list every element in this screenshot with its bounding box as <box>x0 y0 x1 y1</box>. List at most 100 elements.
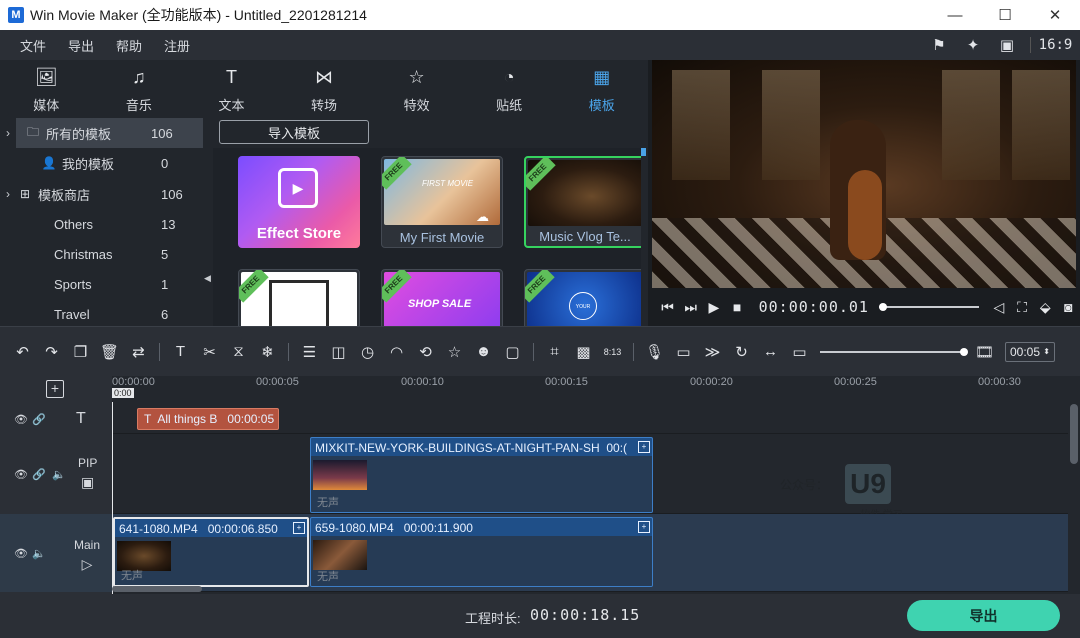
undo-icon[interactable]: ↶ <box>8 343 37 361</box>
signpost-icon[interactable]: ⚑ <box>922 30 956 60</box>
replace-icon[interactable]: ⇄ <box>124 343 153 361</box>
redo-icon[interactable]: ↷ <box>37 343 66 361</box>
copy-icon[interactable]: ❐ <box>66 343 95 361</box>
tab-transition[interactable]: ⋈ 转场 <box>278 60 371 118</box>
link-icon[interactable]: 🔗 <box>32 413 46 426</box>
main-clip-1[interactable]: 641-1080.MP4 00:00:06.850 + 无声 <box>113 517 309 587</box>
tree-item[interactable]: › ⊞ 模板商店 106 <box>0 179 213 209</box>
eye-icon[interactable]: 👁 <box>14 547 28 560</box>
fullscreen-icon[interactable]: ⛶ <box>1010 299 1033 316</box>
tree-item[interactable]: › 🗀 所有的模板 106 <box>6 118 203 148</box>
mask-icon[interactable]: ☻ <box>469 343 498 360</box>
collapse-panel-icon[interactable]: ◀ <box>204 273 211 284</box>
split-icon[interactable]: ⧖ <box>224 343 253 360</box>
menu-export[interactable]: 导出 <box>68 36 94 55</box>
tree-item[interactable]: Christmas 5 <box>0 239 213 269</box>
filmstrip-icon[interactable]: 🎞 <box>970 343 999 361</box>
camera-icon[interactable]: ◙ <box>1057 299 1080 315</box>
tab-effects[interactable]: ☆ 特效 <box>370 60 463 118</box>
template-card-shop-sale[interactable]: FREE SHOP SALE <box>381 269 503 326</box>
minimize-button[interactable]: — <box>930 0 980 30</box>
skip-back-icon[interactable]: ⏮ <box>656 299 679 316</box>
menu-register[interactable]: 注册 <box>164 36 190 55</box>
tab-music[interactable]: ♫ 音乐 <box>93 60 186 118</box>
default-duration-stepper[interactable]: 00:05 ⬍ <box>1005 341 1055 362</box>
export-frame-icon[interactable]: ▢ <box>498 343 527 361</box>
tree-item[interactable]: Travel 6 <box>0 299 213 329</box>
template-card-effect-store[interactable]: ▶ Effect Store <box>238 156 360 248</box>
tree-item[interactable]: Sports 1 <box>0 269 213 299</box>
close-button[interactable]: ✕ <box>1030 0 1080 30</box>
cut-icon[interactable]: ✂ <box>195 343 224 361</box>
zoom-knob[interactable] <box>960 347 968 356</box>
save-icon[interactable]: ▣ <box>990 30 1024 60</box>
template-card-frame[interactable]: FREE <box>238 269 360 326</box>
link-icon[interactable]: 🔗 <box>32 468 46 481</box>
add-keyframe-icon[interactable]: + <box>638 521 650 533</box>
aspect-ratio-button[interactable]: 16:9 <box>1030 37 1080 53</box>
aspect-ratio-icon[interactable]: 8:13 <box>598 347 627 357</box>
volume-icon[interactable]: ◁ <box>987 299 1010 316</box>
stepper-arrows-icon[interactable]: ⬍ <box>1043 347 1050 356</box>
timeline-zoom-slider[interactable] <box>820 347 968 356</box>
expand-arrow-icon[interactable]: › <box>0 126 16 140</box>
progress-knob[interactable] <box>878 303 887 311</box>
rotate-icon[interactable]: ⟲ <box>411 343 440 361</box>
import-template-button[interactable]: 导入模板 <box>219 120 369 144</box>
maximize-button[interactable]: ☐ <box>980 0 1030 30</box>
timeline-horizontal-scrollbar[interactable] <box>112 586 202 592</box>
freeze-icon[interactable]: ❄ <box>253 343 282 361</box>
step-forward-icon[interactable]: ⏭ <box>679 299 702 316</box>
tab-text[interactable]: T 文本 <box>185 60 278 118</box>
tab-media[interactable]: 🖼 媒体 <box>0 60 93 118</box>
stop-icon[interactable]: ■ <box>725 299 748 315</box>
preview-progress-bar[interactable] <box>878 303 980 311</box>
adjust-icon[interactable]: ☰ <box>295 343 324 361</box>
template-card-music-vlog[interactable]: FREE Music Vlog Te... <box>524 156 641 248</box>
tab-template[interactable]: ▦ 模板 <box>555 60 648 118</box>
clock-icon[interactable]: ◷ <box>353 343 382 361</box>
play-icon[interactable]: ▶ <box>702 299 725 316</box>
zoom-out-icon[interactable]: ▭ <box>785 343 814 361</box>
add-keyframe-icon[interactable]: + <box>638 441 650 453</box>
export-button[interactable]: 导出 <box>907 600 1060 631</box>
timeline-ruler[interactable]: 00:00:00 00:00:05 00:00:10 00:00:15 00:0… <box>112 376 1080 406</box>
text-clip[interactable]: T All things B 00:00:05 <box>137 408 279 430</box>
loop-icon[interactable]: ↻ <box>727 343 756 361</box>
template-card-my-first-movie[interactable]: FREE FIRST MOVIE ☁ My First Movie <box>381 156 503 248</box>
playhead-label[interactable]: 0:00 <box>112 388 134 398</box>
playhead[interactable] <box>112 402 113 594</box>
eye-icon[interactable]: 👁 <box>14 468 28 481</box>
text-icon[interactable]: T <box>166 343 195 360</box>
pip-clip[interactable]: MIXKIT-NEW-YORK-BUILDINGS-AT-NIGHT-PAN-S… <box>310 437 653 513</box>
pip-label-block: PIP ▣ <box>78 456 97 491</box>
add-track-button[interactable]: + <box>46 380 64 398</box>
record-video-icon[interactable]: ▭ <box>669 343 698 361</box>
tab-sticker[interactable]: ◔ 贴纸 <box>463 60 556 118</box>
delete-icon[interactable]: 🗑 <box>95 343 124 361</box>
star-icon[interactable]: ☆ <box>440 343 469 361</box>
eye-icon[interactable]: 👁 <box>14 413 28 426</box>
mosaic-icon[interactable]: ▩ <box>569 343 598 361</box>
paint-bucket-icon[interactable]: ⬙ <box>1034 299 1057 316</box>
green-screen-icon[interactable]: ≫ <box>698 343 727 361</box>
magic-wand-icon[interactable]: ✦ <box>956 30 990 60</box>
cloud-download-icon[interactable]: ☁ <box>476 209 489 225</box>
audio-icon[interactable]: 🔈 <box>32 547 46 560</box>
menu-help[interactable]: 帮助 <box>116 36 142 55</box>
audio-icon[interactable]: 🔈 <box>52 468 66 481</box>
timeline-vertical-scrollbar[interactable] <box>1070 404 1078 464</box>
add-keyframe-icon[interactable]: + <box>293 522 305 534</box>
mirror-icon[interactable]: ◫ <box>324 343 353 361</box>
expand-arrow-icon[interactable]: › <box>0 187 16 201</box>
template-scrollbar[interactable] <box>641 148 646 156</box>
tree-item[interactable]: 👤 我的模板 0 <box>0 148 213 178</box>
menu-file[interactable]: 文件 <box>20 36 46 55</box>
microphone-icon[interactable]: 🎙 <box>640 343 669 361</box>
main-clip-2[interactable]: 659-1080.MP4 00:00:11.900 + 无声 <box>310 517 653 587</box>
fit-width-icon[interactable]: ↔ <box>756 343 785 360</box>
template-card-your-logo[interactable]: FREE YOUR LOGO <box>524 269 641 326</box>
speed-icon[interactable]: ◠ <box>382 343 411 361</box>
tree-item[interactable]: Others 13 <box>0 209 213 239</box>
crop-icon[interactable]: ⌗ <box>540 343 569 360</box>
